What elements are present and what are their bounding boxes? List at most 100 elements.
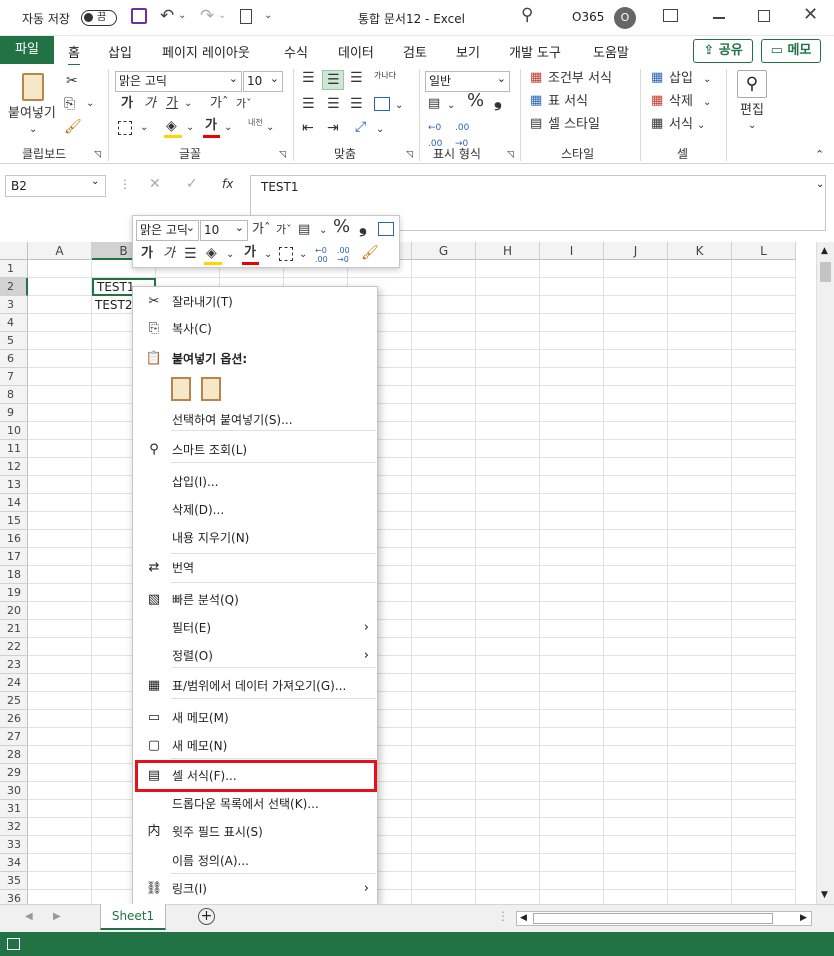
next-sheet-icon[interactable]: ▶ <box>53 911 61 922</box>
fill-color-icon[interactable]: ◈ <box>166 118 177 134</box>
mini-decrease-decimal-icon[interactable]: .00 →0 <box>337 246 350 264</box>
row-header-24[interactable]: 24 <box>0 674 28 692</box>
ribbon-display-icon[interactable] <box>663 9 678 22</box>
row-header-3[interactable]: 3 <box>0 296 28 314</box>
menu-item-9[interactable]: ⇄ 번역 <box>133 555 377 581</box>
enter-icon[interactable]: ✓ <box>186 176 198 192</box>
row-header-32[interactable]: 32 <box>0 818 28 836</box>
maximize-icon[interactable] <box>758 10 770 22</box>
row-header-4[interactable]: 4 <box>0 314 28 332</box>
align-left-icon[interactable]: ☰ <box>302 96 315 112</box>
orientation-icon[interactable]: ⤢ <box>355 119 366 135</box>
paste-dropdown-icon[interactable]: ⌄ <box>29 122 37 138</box>
row-header-2[interactable]: 2 <box>0 278 28 296</box>
minimize-icon[interactable] <box>713 17 725 19</box>
row-header-18[interactable]: 18 <box>0 566 28 584</box>
row-header-19[interactable]: 19 <box>0 584 28 602</box>
undo-dropdown-icon[interactable]: ⌄ <box>178 10 186 21</box>
tab-home[interactable]: 홈 <box>68 42 80 66</box>
column-header-k[interactable]: K <box>668 242 732 260</box>
mini-border-icon[interactable] <box>279 247 293 261</box>
row-header-36[interactable]: 36 <box>0 890 28 904</box>
font-launcher-icon[interactable]: ◹ <box>279 147 286 163</box>
avatar[interactable]: O <box>614 7 636 29</box>
redo-dropdown-icon[interactable]: ⌄ <box>218 10 226 21</box>
row-header-17[interactable]: 17 <box>0 548 28 566</box>
copy-dropdown-icon[interactable]: ⌄ <box>86 96 94 112</box>
mini-accounting-dropdown-icon[interactable]: ⌄ <box>319 223 327 239</box>
editing-button[interactable]: 편집 <box>740 103 764 119</box>
horizontal-scroll-thumb[interactable] <box>533 913 773 924</box>
number-launcher-icon[interactable]: ◹ <box>507 147 514 163</box>
find-icon[interactable]: ⚲ <box>737 70 767 98</box>
row-header-29[interactable]: 29 <box>0 764 28 782</box>
redo-icon[interactable]: ↷ <box>200 6 214 26</box>
row-header-30[interactable]: 30 <box>0 782 28 800</box>
underline-dropdown-icon[interactable]: ⌄ <box>184 96 192 112</box>
prev-sheet-icon[interactable]: ◀ <box>25 911 33 922</box>
scroll-down-icon[interactable]: ▼ <box>821 890 828 900</box>
comma-button[interactable]: ❟ <box>494 89 502 109</box>
wrap-text-icon[interactable]: 가나다 <box>374 71 396 80</box>
editing-dropdown-icon[interactable]: ⌄ <box>748 118 756 134</box>
mini-fill-dropdown-icon[interactable]: ⌄ <box>226 247 234 263</box>
save-icon[interactable] <box>131 8 147 24</box>
scroll-up-icon[interactable]: ▲ <box>821 246 828 256</box>
row-header-6[interactable]: 6 <box>0 350 28 368</box>
mini-comma-button[interactable]: ❟ <box>359 215 367 235</box>
insert-cells-icon[interactable]: ▦ <box>651 70 663 86</box>
align-bottom-icon[interactable]: ☰ <box>350 70 363 86</box>
format-as-table-button[interactable]: 표 서식 <box>548 94 588 110</box>
row-header-9[interactable]: 9 <box>0 404 28 422</box>
fill-color-dropdown-icon[interactable]: ⌄ <box>186 120 194 136</box>
menu-item-11[interactable]: 필터(E) › <box>133 615 377 641</box>
copy-icon[interactable]: ⎘ <box>64 96 75 112</box>
name-box-dropdown-icon[interactable]: ⌄ <box>91 176 99 187</box>
tab-review[interactable]: 검토 <box>403 42 427 61</box>
autosave-toggle[interactable]: 끔 <box>81 10 117 26</box>
mini-percent-button[interactable]: % <box>333 218 350 236</box>
conditional-format-button[interactable]: 조건부 서식 <box>548 71 612 87</box>
row-header-25[interactable]: 25 <box>0 692 28 710</box>
add-sheet-icon[interactable]: + <box>198 908 215 925</box>
quick-access-icon[interactable] <box>240 9 252 24</box>
insert-cells-button[interactable]: 삽입 <box>669 71 693 87</box>
mini-accounting-icon[interactable]: ▤ <box>298 222 310 238</box>
decrease-indent-icon[interactable]: ⇤ <box>302 120 314 136</box>
menu-item-13[interactable]: ▦ 표/범위에서 데이터 가져오기(G)... <box>133 673 377 699</box>
alignment-launcher-icon[interactable]: ◹ <box>406 147 413 163</box>
menu-item-15[interactable]: ▢ 새 메모(N) <box>133 733 377 759</box>
merge-dropdown-icon[interactable]: ⌄ <box>395 98 403 114</box>
conditional-format-icon[interactable]: ▦ <box>530 70 542 86</box>
border-dropdown-icon[interactable]: ⌄ <box>140 120 148 136</box>
row-header-1[interactable]: 1 <box>0 260 28 278</box>
vertical-scrollbar[interactable]: ▲ ▼ <box>816 242 834 904</box>
mini-decrease-font-button[interactable]: 가ˇ <box>276 222 292 238</box>
delete-dropdown-icon[interactable]: ⌄ <box>703 95 711 111</box>
border-icon[interactable] <box>118 121 132 135</box>
undo-icon[interactable]: ↶ <box>160 6 174 26</box>
tab-data[interactable]: 데이터 <box>338 42 374 61</box>
percent-button[interactable]: % <box>467 92 484 110</box>
font-name-dropdown[interactable]: 맑은 고딕 <box>115 69 242 92</box>
column-header-i[interactable]: I <box>540 242 604 260</box>
collapse-ribbon-icon[interactable]: ⌃ <box>815 147 824 163</box>
sheet-tab-sheet1[interactable]: Sheet1 <box>100 904 166 930</box>
orientation-dropdown-icon[interactable]: ⌄ <box>376 122 384 138</box>
menu-item-18[interactable]: 内 윗주 필드 표시(S) <box>133 819 377 845</box>
format-painter-icon[interactable]: 🖌 <box>64 119 82 135</box>
menu-item-5[interactable]: ⚲ 스마트 조회(L) <box>133 437 377 463</box>
font-size-dropdown[interactable]: 10 <box>243 69 283 92</box>
format-cells-ribbon-button[interactable]: 서식 <box>669 117 693 133</box>
mini-merge-icon[interactable] <box>378 222 394 236</box>
account-name[interactable]: O365 <box>572 10 604 24</box>
font-color-dropdown-icon[interactable]: ⌄ <box>224 120 232 136</box>
decrease-font-button[interactable]: 가ˇ <box>236 96 252 112</box>
row-header-35[interactable]: 35 <box>0 872 28 890</box>
format-as-table-icon[interactable]: ▦ <box>530 93 542 109</box>
scroll-right-icon[interactable]: ▶ <box>800 913 807 923</box>
close-icon[interactable]: ✕ <box>803 4 818 25</box>
align-center-icon[interactable]: ☰ <box>327 96 340 112</box>
phonetic-button[interactable]: 내천 <box>248 118 264 127</box>
font-color-button[interactable]: 가 <box>205 118 217 134</box>
